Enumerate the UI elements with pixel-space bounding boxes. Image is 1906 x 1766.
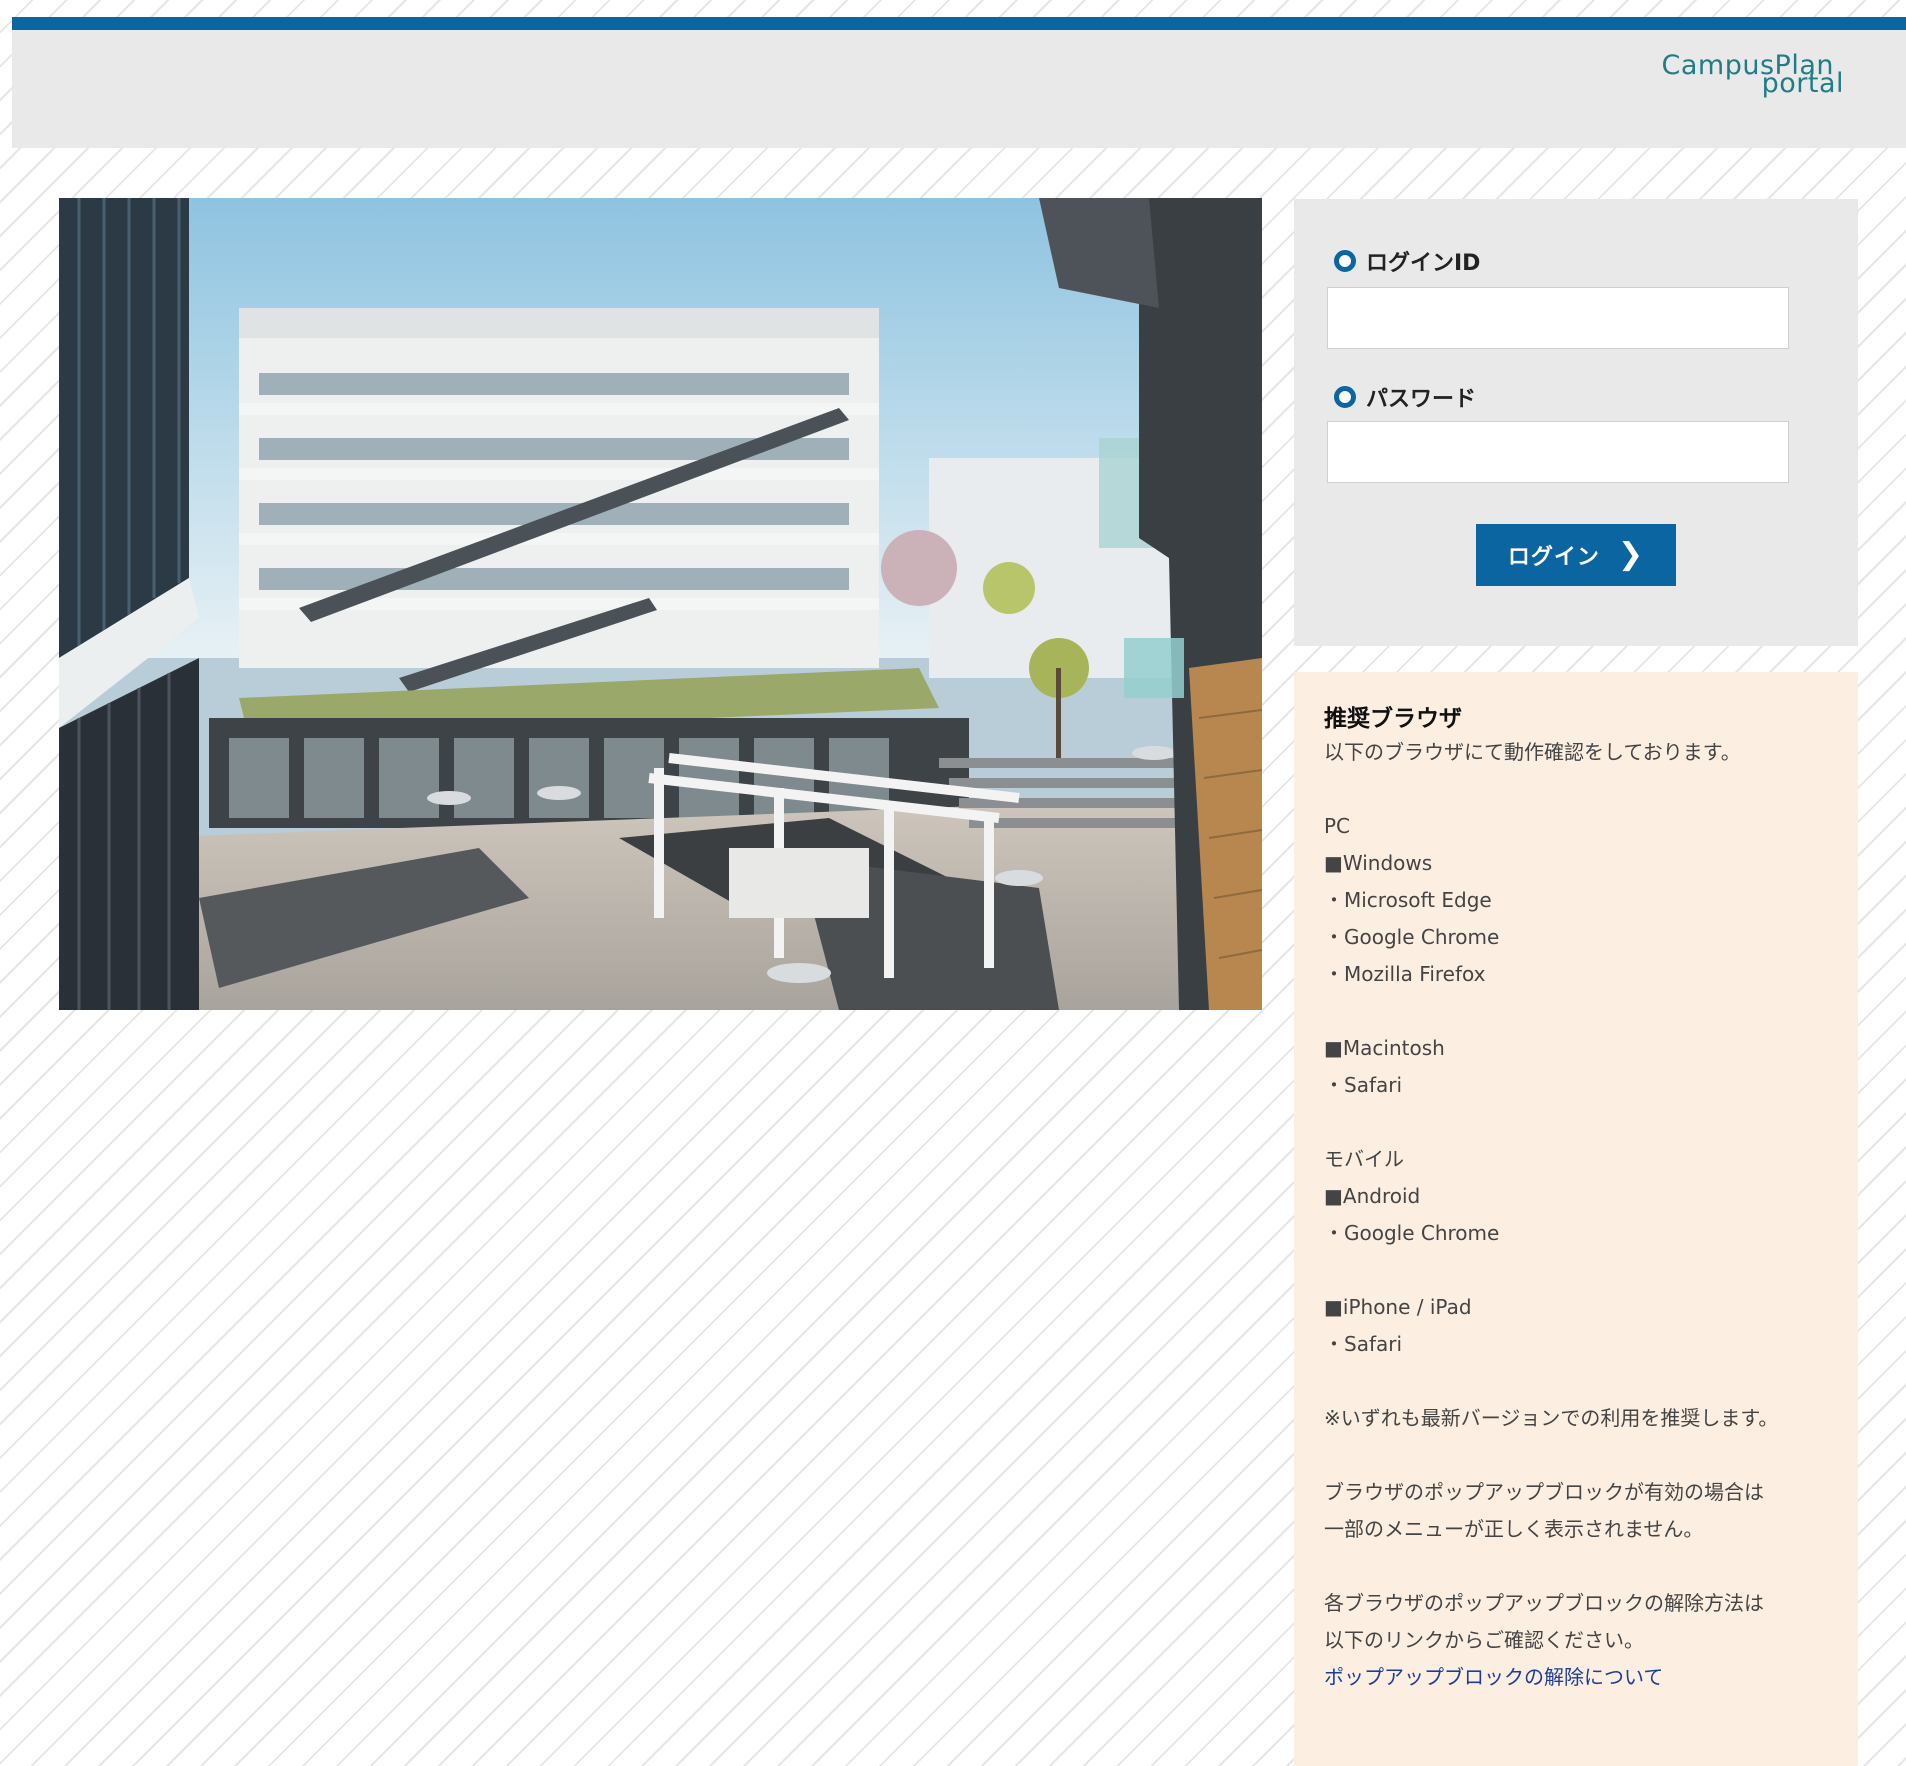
login-button-label: ログイン	[1507, 545, 1600, 570]
ios-heading: ■iPhone / iPad	[1324, 1295, 1472, 1319]
release-note-line: 以下のリンクからご確認ください。	[1324, 1628, 1644, 1652]
logo-text-portal: portal	[1761, 68, 1844, 99]
android-heading: ■Android	[1324, 1184, 1421, 1208]
windows-heading: ■Windows	[1324, 851, 1433, 875]
login-button[interactable]: ログイン ❯	[1476, 524, 1676, 586]
popup-note-line: 一部のメニューが正しく表示されません。	[1324, 1517, 1704, 1541]
browser-item: ・Safari	[1324, 1073, 1403, 1097]
ring-bullet-icon	[1334, 386, 1356, 408]
campus-photo	[59, 198, 1262, 1010]
ring-bullet-icon	[1334, 250, 1356, 272]
browser-item: ・Safari	[1324, 1332, 1403, 1356]
browser-item: ・Google Chrome	[1324, 925, 1500, 949]
pc-heading: PC	[1324, 814, 1351, 838]
popup-block-help-link[interactable]: ポップアップブロックの解除について	[1324, 1659, 1663, 1696]
top-accent-bar	[12, 17, 1906, 30]
chevron-right-icon: ❯	[1617, 537, 1645, 572]
password-input[interactable]	[1327, 421, 1789, 483]
info-subtitle: 以下のブラウザにて動作確認をしております。	[1324, 740, 1741, 764]
info-title: 推奨ブラウザ	[1324, 706, 1462, 732]
latest-version-note: ※いずれも最新バージョンでの利用を推奨します。	[1324, 1406, 1779, 1430]
recommended-browsers-panel: 推奨ブラウザ 以下のブラウザにて動作確認をしております。 PC ■Windows…	[1294, 672, 1858, 1766]
login-id-input[interactable]	[1327, 287, 1789, 349]
password-label-text: パスワード	[1366, 387, 1477, 412]
browser-item: ・Microsoft Edge	[1324, 888, 1492, 912]
mobile-heading: モバイル	[1324, 1147, 1404, 1171]
browser-item: ・Mozilla Firefox	[1324, 962, 1486, 986]
password-label: パスワード	[1334, 381, 1476, 413]
header: CampusPlan portal	[12, 30, 1906, 148]
login-id-label: ログインID	[1334, 245, 1480, 277]
mac-heading: ■Macintosh	[1324, 1036, 1445, 1060]
release-note-line: 各ブラウザのポップアップブロックの解除方法は	[1324, 1591, 1764, 1615]
browser-item: ・Google Chrome	[1324, 1221, 1500, 1245]
campusplan-logo: CampusPlan portal	[1662, 50, 1844, 102]
popup-note-line: ブラウザのポップアップブロックが有効の場合は	[1324, 1480, 1764, 1504]
login-panel: ログインID パスワード ログイン ❯	[1294, 199, 1858, 646]
login-id-label-text: ログインID	[1366, 251, 1481, 276]
